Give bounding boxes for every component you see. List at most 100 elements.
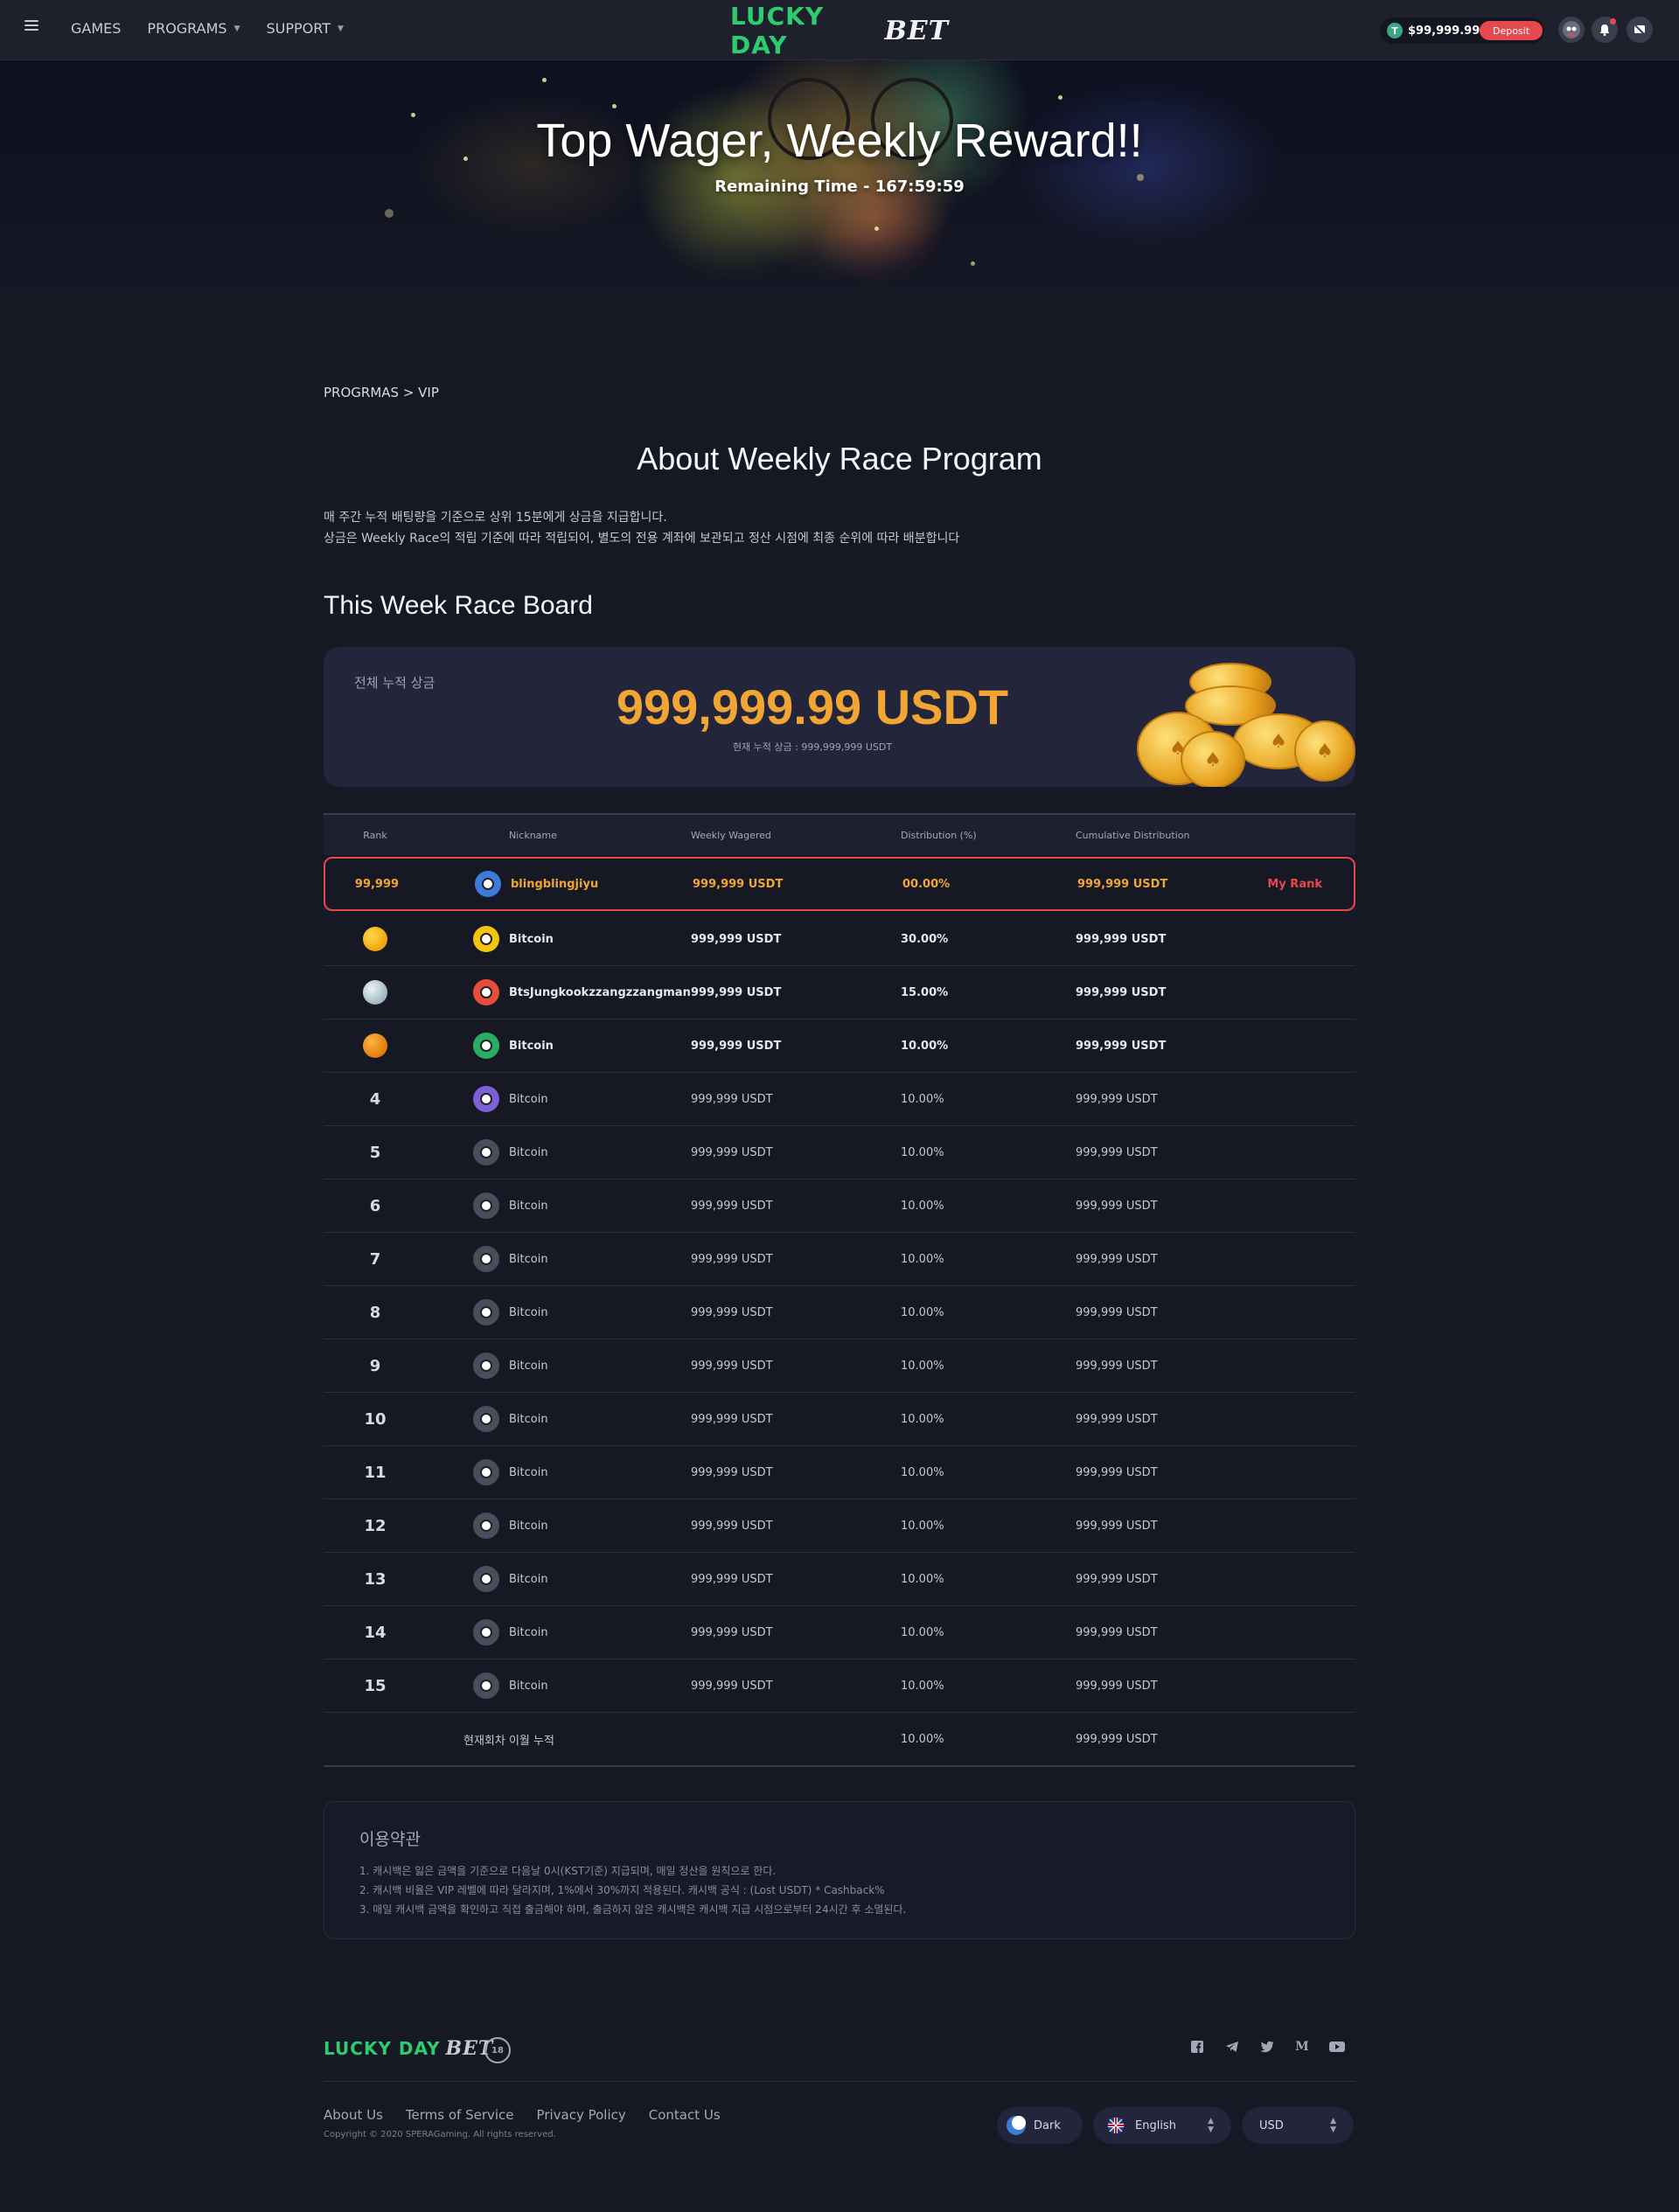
moon-icon bbox=[1007, 2116, 1026, 2135]
language-label: English bbox=[1135, 2118, 1176, 2132]
cumulative-cell: 999,999 USDT bbox=[1076, 1572, 1158, 1586]
my-rank-value: 99,999 bbox=[354, 877, 400, 891]
nav-support[interactable]: SUPPORT ▼ bbox=[266, 20, 343, 37]
theme-toggle[interactable]: Dark bbox=[997, 2107, 1083, 2144]
footer-link-privacy[interactable]: Privacy Policy bbox=[537, 2107, 626, 2123]
site-logo[interactable]: LUCKY DAY BET bbox=[730, 2, 949, 59]
tether-icon: T bbox=[1387, 23, 1403, 38]
table-row[interactable]: 9 Bitcoin 999,999 USDT 10.00% 999,999 USDT bbox=[324, 1339, 1355, 1393]
table-row[interactable]: 10 Bitcoin 999,999 USDT 10.00% 999,999 USDT bbox=[324, 1393, 1355, 1446]
currency-select[interactable]: USD ▲ ▼ bbox=[1242, 2107, 1354, 2144]
table-row[interactable]: Bitcoin 999,999 USDT 30.00% 999,999 USDT bbox=[324, 913, 1355, 966]
facebook-icon[interactable] bbox=[1189, 2039, 1205, 2055]
balance-amount: $99,999.99 bbox=[1408, 24, 1480, 38]
chat-icon[interactable] bbox=[1627, 17, 1653, 43]
carryover-cumulative: 999,999 USDT bbox=[1076, 1732, 1158, 1746]
nav-programs[interactable]: PROGRAMS ▼ bbox=[147, 20, 240, 37]
rank-cell: 6 bbox=[369, 1196, 381, 1215]
telegram-icon[interactable] bbox=[1224, 2039, 1240, 2055]
table-row[interactable]: 7 Bitcoin 999,999 USDT 10.00% 999,999 USDT bbox=[324, 1233, 1355, 1286]
cumulative-cell: 999,999 USDT bbox=[1076, 1039, 1167, 1053]
twitter-icon[interactable] bbox=[1259, 2039, 1275, 2055]
nickname-cell: Bitcoin bbox=[509, 1572, 548, 1586]
table-row[interactable]: 6 Bitcoin 999,999 USDT 10.00% 999,999 USDT bbox=[324, 1179, 1355, 1233]
avatar bbox=[463, 1086, 509, 1112]
rank-cell: 13 bbox=[364, 1569, 387, 1589]
cumulative-cell: 999,999 USDT bbox=[1076, 1679, 1158, 1693]
rank-cell: 8 bbox=[369, 1303, 381, 1322]
avatar bbox=[463, 1513, 509, 1539]
wagered-cell: 999,999 USDT bbox=[691, 1199, 773, 1213]
my-rank-row[interactable]: 99,999 blingblingjiyu 999,999 USDT 00.00… bbox=[324, 857, 1355, 911]
table-row[interactable]: 4 Bitcoin 999,999 USDT 10.00% 999,999 USDT bbox=[324, 1073, 1355, 1126]
cumulative-cell: 999,999 USDT bbox=[1076, 1092, 1158, 1106]
table-row[interactable]: Bitcoin 999,999 USDT 10.00% 999,999 USDT bbox=[324, 1019, 1355, 1073]
avatar bbox=[463, 1406, 509, 1432]
table-row[interactable]: BtsJungkookzzangzzangman 999,999 USDT 15.0… bbox=[324, 966, 1355, 1019]
breadcrumb[interactable]: PROGRMAS > VIP bbox=[324, 385, 439, 400]
rank-cell: 5 bbox=[369, 1143, 381, 1162]
terms-line: 1. 캐시백은 잃은 금액을 기준으로 다음날 0시(KST기준) 지급되며, … bbox=[359, 1865, 777, 1877]
cumulative-cell: 999,999 USDT bbox=[1076, 1465, 1158, 1479]
notification-dot bbox=[1610, 18, 1616, 24]
bell-icon[interactable] bbox=[1592, 17, 1618, 43]
wagered-cell: 999,999 USDT bbox=[691, 1572, 773, 1586]
nickname-cell: Bitcoin bbox=[509, 1679, 548, 1693]
my-distribution: 00.00% bbox=[902, 877, 951, 891]
table-row[interactable]: 14 Bitcoin 999,999 USDT 10.00% 999,999 USDT bbox=[324, 1606, 1355, 1659]
social-links: M bbox=[1189, 2039, 1345, 2055]
cumulative-cell: 999,999 USDT bbox=[1076, 1199, 1158, 1213]
logo-lucky-text: LUCKY DAY bbox=[730, 2, 825, 59]
carryover-label: 현재회차 이월 누적 bbox=[463, 1734, 554, 1748]
footer-link-terms[interactable]: Terms of Service bbox=[406, 2107, 514, 2123]
uk-flag-icon bbox=[1107, 2117, 1125, 2134]
wagered-cell: 999,999 USDT bbox=[691, 1092, 773, 1106]
youtube-icon[interactable] bbox=[1329, 2039, 1345, 2055]
language-select[interactable]: English ▲ ▼ bbox=[1093, 2107, 1231, 2144]
distribution-cell: 10.00% bbox=[901, 1572, 944, 1586]
header-nickname: Nickname bbox=[509, 829, 557, 841]
prize-card: 전체 누적 상금 999,999.99 USDT 현재 누적 상금 : 999,… bbox=[324, 647, 1355, 787]
carryover-row: 현재회차 이월 누적 10.00% 999,999 USDT bbox=[324, 1713, 1355, 1767]
cumulative-cell: 999,999 USDT bbox=[1076, 1412, 1158, 1426]
nav-programs-label: PROGRAMS bbox=[147, 20, 227, 37]
table-row[interactable]: 5 Bitcoin 999,999 USDT 10.00% 999,999 USDT bbox=[324, 1126, 1355, 1179]
terms-line: 3. 매일 캐시백 금액을 확인하고 직접 출금해야 하며, 출금하지 않은 캐… bbox=[359, 1903, 907, 1916]
nickname-cell: Bitcoin bbox=[509, 1252, 548, 1266]
table-row[interactable]: 13 Bitcoin 999,999 USDT 10.00% 999,999 USDT bbox=[324, 1553, 1355, 1606]
nickname-cell: Bitcoin bbox=[509, 1199, 548, 1213]
my-wagered: 999,999 USDT bbox=[693, 877, 784, 891]
menu-icon[interactable] bbox=[24, 20, 38, 32]
distribution-cell: 10.00% bbox=[901, 1625, 944, 1639]
chevron-down-icon: ▼ bbox=[337, 24, 344, 33]
table-row[interactable]: 12 Bitcoin 999,999 USDT 10.00% 999,999 USDT bbox=[324, 1499, 1355, 1553]
distribution-cell: 10.00% bbox=[901, 1519, 944, 1533]
terms-line: 2. 캐시백 비율은 VIP 레벨에 따라 달라지며, 1%에서 30%까지 적… bbox=[359, 1884, 885, 1896]
footer-link-about[interactable]: About Us bbox=[324, 2107, 383, 2123]
rank-cell: 11 bbox=[364, 1463, 387, 1482]
rank-cell bbox=[324, 1033, 427, 1058]
footer-logo[interactable]: LUCKY DAY BET bbox=[324, 2037, 493, 2060]
avatar[interactable] bbox=[1558, 17, 1585, 43]
nav-games[interactable]: GAMES bbox=[71, 20, 121, 37]
cumulative-cell: 999,999 USDT bbox=[1076, 1145, 1158, 1159]
nickname-cell: Bitcoin bbox=[509, 1519, 548, 1533]
footer-link-contact[interactable]: Contact Us bbox=[649, 2107, 721, 2123]
about-description: 매 주간 누적 배팅량을 기준으로 상위 15분에게 상금을 지급합니다. 상금… bbox=[324, 507, 959, 549]
distribution-cell: 10.00% bbox=[901, 1679, 944, 1693]
coins-illustration: ♠ ♠ ♠ ♠ bbox=[1137, 647, 1355, 787]
distribution-cell: 10.00% bbox=[901, 1305, 944, 1319]
cumulative-cell: 999,999 USDT bbox=[1076, 1252, 1158, 1266]
distribution-cell: 30.00% bbox=[901, 932, 949, 946]
balance-widget: T $99,999.99 Deposit bbox=[1380, 17, 1544, 44]
deposit-button[interactable]: Deposit bbox=[1480, 21, 1543, 40]
medium-icon[interactable]: M bbox=[1294, 2039, 1310, 2055]
table-row[interactable]: 11 Bitcoin 999,999 USDT 10.00% 999,999 USDT bbox=[324, 1446, 1355, 1499]
table-row[interactable]: 8 Bitcoin 999,999 USDT 10.00% 999,999 USDT bbox=[324, 1286, 1355, 1339]
header-cumulative: Cumulative Distribution bbox=[1076, 829, 1190, 841]
terms-box: 이용약관 1. 캐시백은 잃은 금액을 기준으로 다음날 0시(KST기준) 지… bbox=[324, 1801, 1355, 1939]
table-row[interactable]: 15 Bitcoin 999,999 USDT 10.00% 999,999 USDT bbox=[324, 1659, 1355, 1713]
avatar bbox=[463, 1619, 509, 1645]
avatar bbox=[463, 1299, 509, 1325]
avatar bbox=[465, 871, 511, 897]
